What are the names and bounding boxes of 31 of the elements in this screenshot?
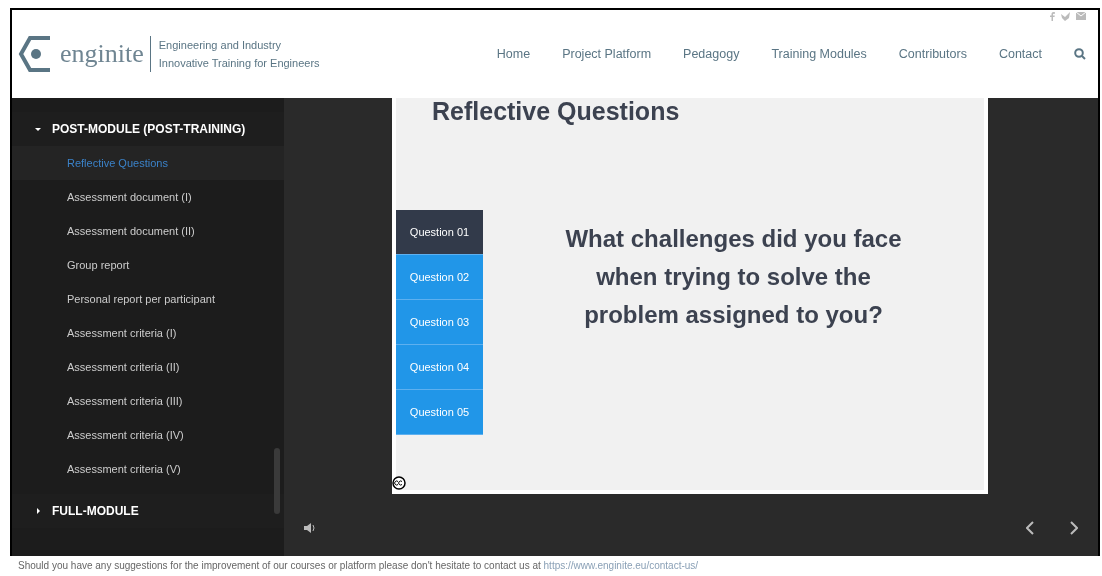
sidebar-item[interactable]: Assessment criteria (II) xyxy=(12,350,284,384)
slide-title: Reflective Questions xyxy=(431,98,681,124)
nav-link[interactable]: Training Modules xyxy=(771,45,867,63)
next-icon[interactable] xyxy=(1070,521,1078,535)
sidebar-item[interactable]: Assessment criteria (V) xyxy=(12,452,284,486)
sidebar-item[interactable]: Personal report per participant xyxy=(12,282,284,316)
sidebar-item[interactable]: Group report xyxy=(12,248,284,282)
nav-link[interactable]: Contributors xyxy=(898,45,967,63)
tagline: Innovative Training for Engineers xyxy=(158,57,320,69)
sidebar-item[interactable]: Assessment document (II) xyxy=(12,214,284,248)
sidebar-item[interactable]: Assessment criteria (IV) xyxy=(12,418,284,452)
previous-icon[interactable] xyxy=(1026,521,1034,535)
caret-down-icon xyxy=(34,125,42,133)
sidebar-item[interactable]: Assessment criteria (I) xyxy=(12,316,284,350)
sidebar-item[interactable]: Assessment document (I) xyxy=(12,180,284,214)
logo-text: enginite xyxy=(60,36,151,72)
question-tab[interactable]: Question 01 xyxy=(396,210,483,255)
logo-icon xyxy=(18,35,52,73)
nav-link[interactable]: Project Platform xyxy=(562,45,652,63)
question-text: What challenges did you face when trying to solve the problem assigned to you? xyxy=(564,224,903,330)
nav-link[interactable]: Contact xyxy=(998,45,1042,63)
footer-text: Should you have any suggestions for the improvement of our courses or platform please don't hesitate to contact us at https://www.enginite.eu/contact-us/ xyxy=(17,559,700,572)
search-icon[interactable] xyxy=(1074,48,1086,60)
tagline: Engineering and Industry xyxy=(158,39,283,51)
sidebar-item[interactable]: Assessment criteria (III) xyxy=(12,384,284,418)
sidebar-item[interactable]: Reflective Questions xyxy=(12,146,284,180)
scrollbar-thumb[interactable] xyxy=(274,448,280,514)
caret-right-icon xyxy=(34,507,42,515)
nav-link[interactable]: Home xyxy=(496,45,531,63)
nav-link[interactable]: Pedagogy xyxy=(683,45,740,63)
volume-icon[interactable] xyxy=(304,523,316,533)
